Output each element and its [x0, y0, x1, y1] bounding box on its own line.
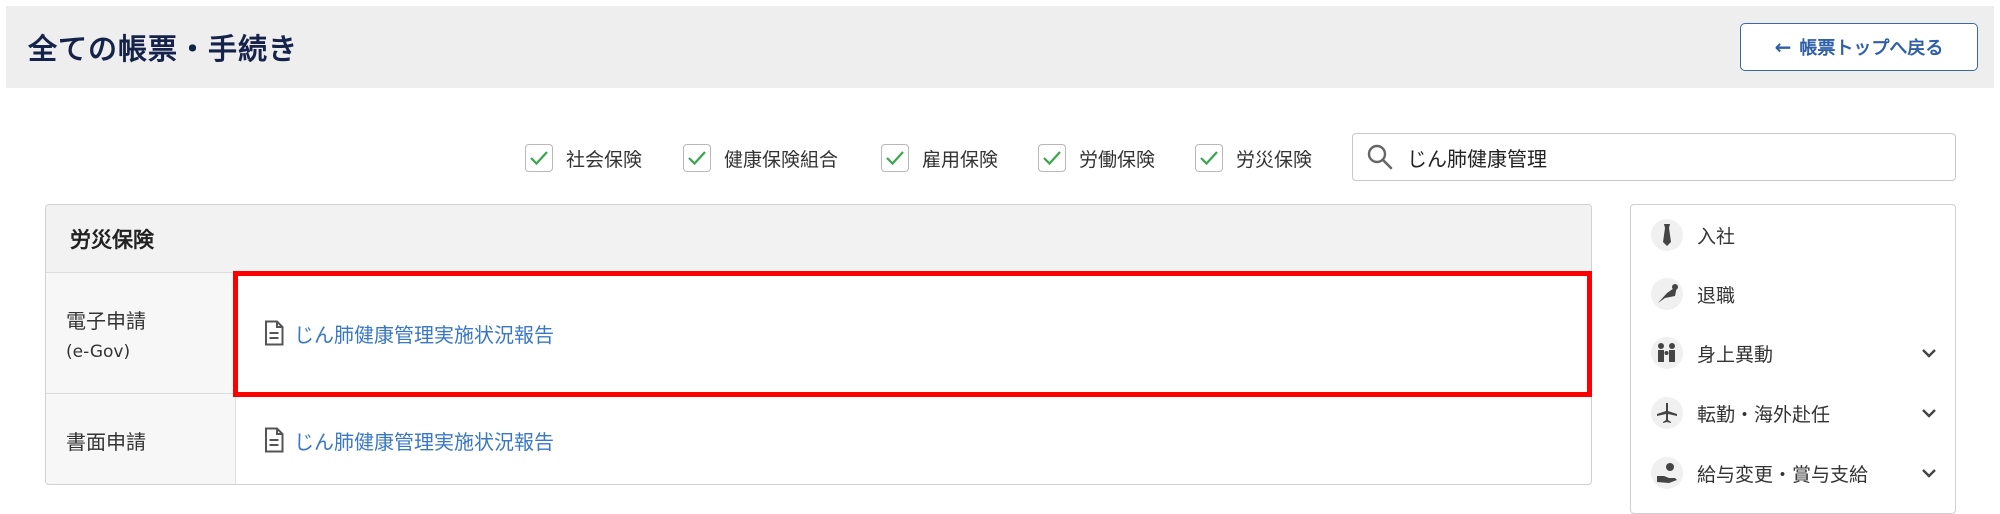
- arrow-left-icon: ←: [1774, 35, 1792, 59]
- row-label: 電子申請 (e-Gov): [46, 273, 236, 393]
- document-link-label: じん肺健康管理実施状況報告: [294, 322, 554, 347]
- checkbox[interactable]: [1195, 144, 1223, 172]
- checkbox[interactable]: [683, 144, 711, 172]
- row-label: 書面申請: [46, 394, 236, 484]
- table-row-paper: 書面申請 じん肺健康管理実施状況報告: [46, 394, 1591, 484]
- category-item-transfer[interactable]: 転勤・海外赴任: [1651, 393, 1941, 433]
- category-label: 給与変更・賞与支給: [1697, 463, 1869, 486]
- search-input[interactable]: [1405, 144, 1929, 170]
- checkbox[interactable]: [881, 144, 909, 172]
- page-title: 全ての帳票・手続き: [28, 32, 299, 66]
- row-label-sub: (e-Gov): [66, 341, 131, 362]
- category-item-personal-change[interactable]: 身上異動: [1651, 333, 1941, 373]
- chevron-down-icon[interactable]: [1917, 341, 1941, 365]
- table-row-electronic: 電子申請 (e-Gov) じん肺健康管理実施状況報告: [46, 273, 1591, 394]
- back-to-top-button[interactable]: ← 帳票トップへ戻る: [1740, 23, 1978, 71]
- filter-labor-insurance[interactable]: 労働保険: [1038, 144, 1155, 172]
- airplane-icon: [1651, 397, 1683, 429]
- filter-label: 社会保険: [566, 148, 643, 171]
- tie-icon: [1651, 219, 1683, 251]
- category-label: 退職: [1697, 284, 1736, 307]
- category-label: 転勤・海外赴任: [1697, 403, 1831, 426]
- filter-health-insurance-union[interactable]: 健康保険組合: [683, 144, 838, 172]
- row-body: じん肺健康管理実施状況報告: [236, 394, 1591, 484]
- category-item-retirement[interactable]: 退職: [1651, 274, 1941, 314]
- document-link[interactable]: じん肺健康管理実施状況報告: [264, 319, 554, 348]
- results-panel: 労災保険 電子申請 (e-Gov) じん肺健康管理実施状況報告 書面申請 じん肺…: [45, 204, 1592, 485]
- category-panel: 入社 退職 身上異動 転勤・海外赴任 給与変更・賞与支給: [1630, 204, 1956, 514]
- back-button-label: 帳票トップへ戻る: [1799, 38, 1944, 59]
- chevron-down-icon[interactable]: [1917, 461, 1941, 485]
- category-item-joining[interactable]: 入社: [1651, 215, 1941, 255]
- document-link-label: じん肺健康管理実施状況報告: [294, 429, 554, 454]
- filter-label: 雇用保険: [922, 148, 999, 171]
- row-label-main: 書面申請: [66, 429, 146, 454]
- section-title: 労災保険: [46, 205, 1591, 273]
- category-label: 入社: [1697, 225, 1736, 248]
- checkbox[interactable]: [525, 144, 553, 172]
- search-icon: [1365, 142, 1395, 172]
- filter-workers-compensation[interactable]: 労災保険: [1195, 144, 1312, 172]
- check-icon: [1200, 151, 1218, 166]
- money-hand-icon: [1651, 457, 1683, 489]
- check-icon: [688, 151, 706, 166]
- row-body: じん肺健康管理実施状況報告: [236, 273, 1591, 393]
- check-icon: [530, 151, 548, 166]
- filter-label: 労働保険: [1079, 148, 1156, 171]
- category-label: 身上異動: [1697, 343, 1774, 366]
- family-icon: [1651, 337, 1683, 369]
- check-icon: [886, 151, 904, 166]
- document-link[interactable]: じん肺健康管理実施状況報告: [264, 426, 554, 455]
- row-label-main: 電子申請: [66, 308, 146, 333]
- filter-social-insurance[interactable]: 社会保険: [525, 144, 642, 172]
- search-box[interactable]: [1352, 133, 1956, 181]
- document-icon: [265, 320, 284, 346]
- chevron-down-icon[interactable]: [1917, 401, 1941, 425]
- filter-employment-insurance[interactable]: 雇用保険: [881, 144, 998, 172]
- filter-label: 労災保険: [1236, 148, 1313, 171]
- document-icon: [265, 427, 284, 453]
- checkbox[interactable]: [1038, 144, 1066, 172]
- check-icon: [1043, 151, 1061, 166]
- category-item-salary-change[interactable]: 給与変更・賞与支給: [1651, 453, 1941, 493]
- filter-label: 健康保険組合: [724, 148, 839, 171]
- page-header: 全ての帳票・手続き ← 帳票トップへ戻る: [6, 6, 1994, 88]
- bouquet-icon: [1651, 278, 1683, 310]
